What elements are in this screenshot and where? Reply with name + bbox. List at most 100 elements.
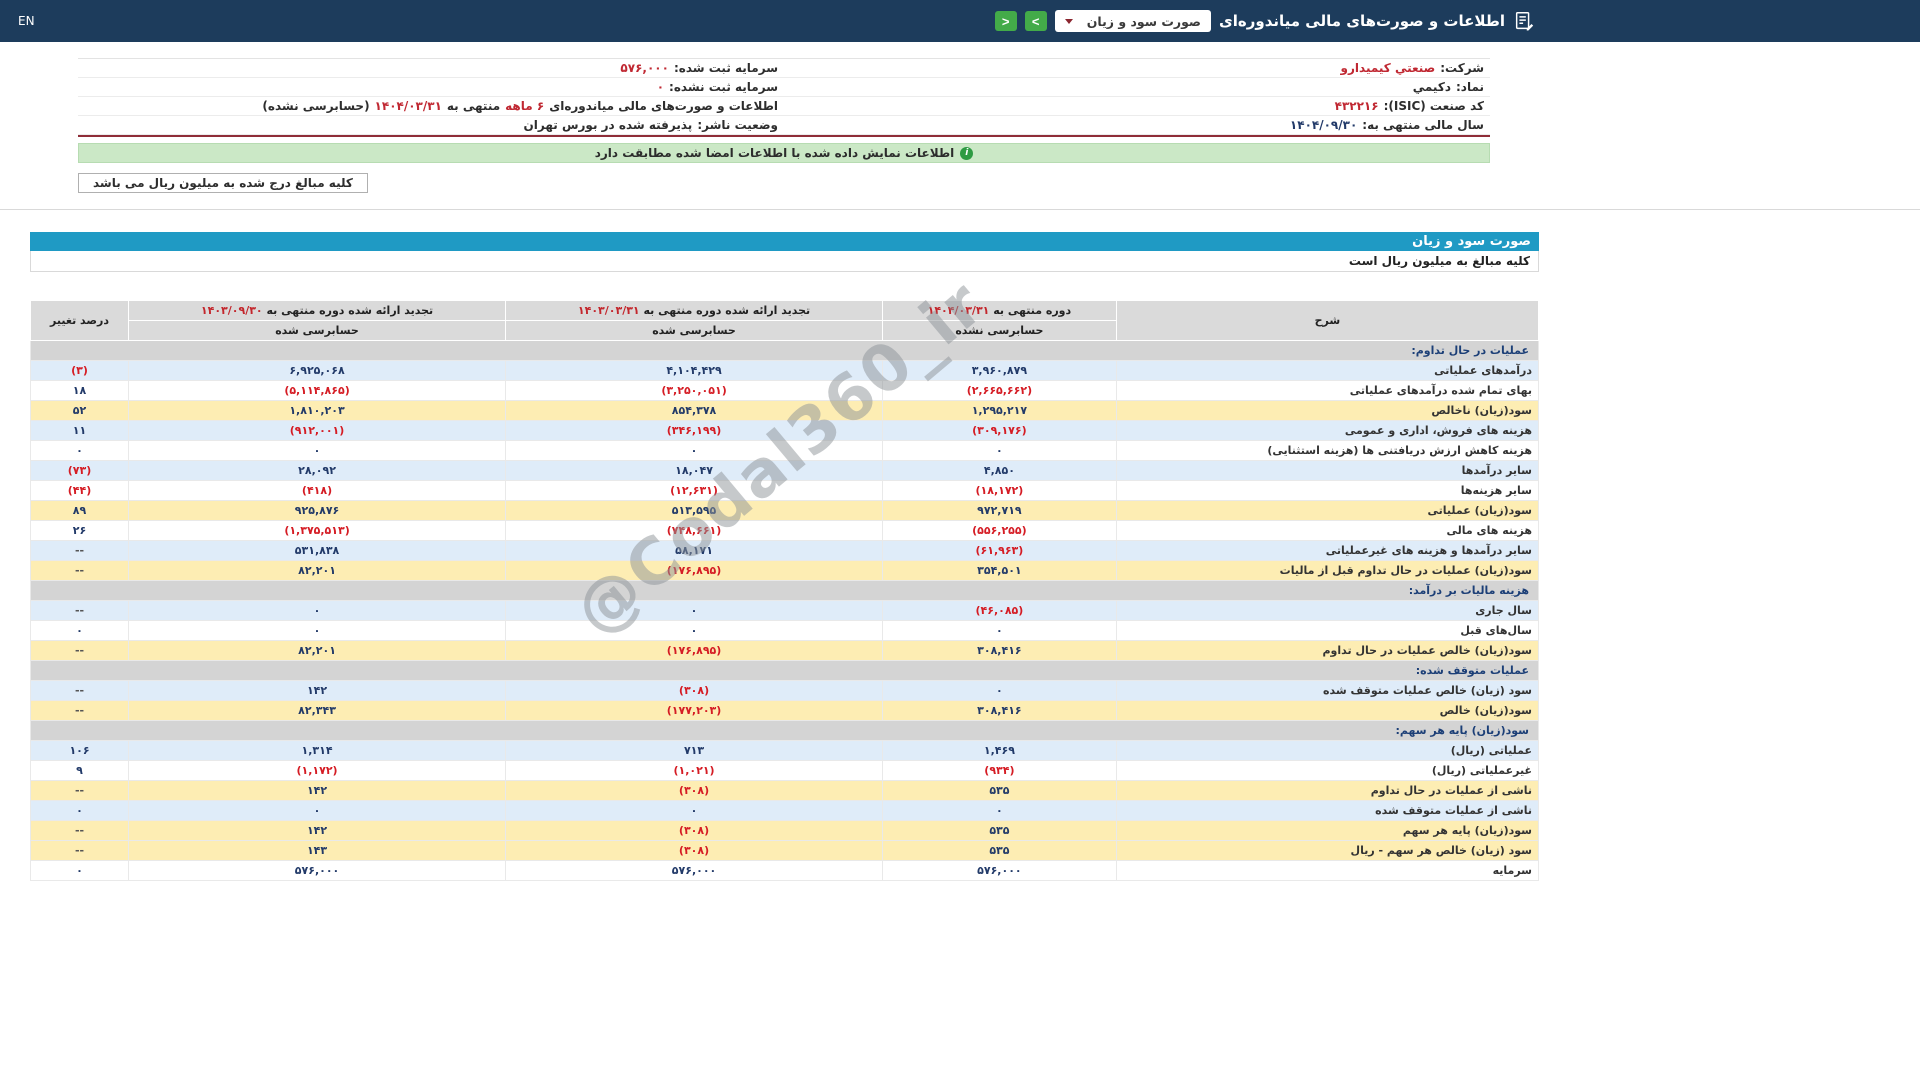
symbol-label: نماد: [1455, 80, 1484, 94]
col-header-restated-prior-period: تجدید ارائه شده دوره منتهی به ۱۴۰۳/۰۳/۳۱ [505, 300, 884, 321]
value-restated-prior-year: ۵۷۶,۰۰۰ [128, 860, 507, 881]
isic-label: کد صنعت (ISIC): [1383, 99, 1484, 113]
value-restated-prior-period: (۷۴۸,۶۶۱) [505, 520, 884, 541]
symbol-value: دکیمي [1412, 80, 1451, 94]
value-current-period: (۴۶,۰۸۵) [882, 600, 1117, 621]
table-row: درآمدهای عملیاتی ۳,۹۶۰,۸۷۹ ۴,۱۰۴,۴۲۹ ۶,۹۲۵,… [29, 360, 1540, 381]
value-change-percent: -- [29, 700, 130, 721]
codal-statement-page: { "topbar": { "title": "اطلاعات و صورت‌ه… [0, 0, 1920, 1080]
value-restated-prior-period: (۱۷۶,۸۹۵) [505, 640, 884, 661]
next-report-button[interactable]: > [1024, 11, 1047, 31]
value-restated-prior-year: ۱۴۲ [128, 820, 507, 841]
value-change-percent: -- [29, 600, 130, 621]
issuer-status-cell: وضعیت ناشر: پذیرفته شده در بورس تهران [78, 116, 784, 135]
section-row: عملیات متوقف شده: [30, 660, 1539, 681]
value-restated-prior-period: ۵۱۳,۵۹۵ [505, 500, 884, 521]
row-label: سود(زیان) خالص عملیات در حال تداوم [1115, 640, 1540, 661]
value-restated-prior-period: ۵۸,۱۷۱ [505, 540, 884, 561]
table-row: عملیاتی (ریال) ۱,۴۶۹ ۷۱۳ ۱,۳۱۴ ۱۰۶ [29, 740, 1540, 761]
row-label: عملیاتی (ریال) [1115, 740, 1540, 761]
income-statement-table: شرح دوره منتهی به ۱۴۰۴/۰۳/۳۱ تجدید ارائه… [29, 300, 1540, 881]
table-row: هزینه های مالی (۵۵۶,۲۵۵) (۷۴۸,۶۶۱) (۱,۳۷۵,۵… [29, 520, 1540, 541]
table-row: هزینه کاهش ارزش دریافتنی ها (هزینه استثن… [29, 440, 1540, 461]
value-change-percent: (۴۴) [29, 480, 130, 501]
table-row: سرمایه ۵۷۶,۰۰۰ ۵۷۶,۰۰۰ ۵۷۶,۰۰۰ ۰ [29, 860, 1540, 881]
section-label: عملیات متوقف شده: [30, 660, 1539, 681]
company-cell: شرکت: صنعتي کیمیدارو [784, 59, 1490, 78]
company-info-table: شرکت: صنعتي کیمیدارو سرمایه ثبت شده: ۵۷۶… [78, 58, 1490, 137]
language-toggle[interactable]: EN [10, 14, 43, 28]
value-current-period: ۰ [882, 620, 1117, 641]
value-current-period: (۵۵۶,۲۵۵) [882, 520, 1117, 541]
value-restated-prior-year: ۸۲,۲۰۱ [128, 640, 507, 661]
value-change-percent: ۹ [29, 760, 130, 781]
value-restated-prior-year: (۱,۱۷۲) [128, 760, 507, 781]
value-current-period: ۹۷۲,۷۱۹ [882, 500, 1117, 521]
section-row: هزینه مالیات بر درآمد: [30, 580, 1539, 601]
col-subheader-unaudited: حسابرسی نشده [882, 320, 1117, 341]
financial-report-icon [1513, 10, 1535, 32]
value-restated-prior-period: ۵۷۶,۰۰۰ [505, 860, 884, 881]
prev-report-button[interactable]: < [994, 11, 1017, 31]
value-restated-prior-period: ۰ [505, 440, 884, 461]
row-label: ناشی از عملیات متوقف شده [1115, 800, 1540, 821]
income-statement-section: صورت سود و زیان کلیه مبالغ به میلیون ریا… [0, 210, 1545, 881]
col-subheader-audited-1: حسابرسی شده [505, 320, 884, 341]
value-change-percent: -- [29, 540, 130, 561]
section-label: سود(زیان) پایه هر سهم: [30, 720, 1539, 741]
table-row: سود(زیان) ناخالص ۱,۲۹۵,۲۱۷ ۸۵۴,۳۷۸ ۱,۸۱۰,۲۰… [29, 400, 1540, 421]
value-current-period: (۲,۶۶۵,۶۶۲) [882, 380, 1117, 401]
value-restated-prior-year: ۶,۹۲۵,۰۶۸ [128, 360, 507, 381]
col-header-current-period: دوره منتهی به ۱۴۰۴/۰۳/۳۱ [882, 300, 1117, 321]
value-restated-prior-period: (۱۷۷,۲۰۳) [505, 700, 884, 721]
value-restated-prior-period: ۸۵۴,۳۷۸ [505, 400, 884, 421]
value-current-period: ۱,۴۶۹ [882, 740, 1117, 761]
value-restated-prior-year: ۱۴۲ [128, 780, 507, 801]
value-current-period: ۵۳۵ [882, 840, 1117, 861]
statement-unit-note: کلیه مبالغ به میلیون ریال است [30, 251, 1539, 272]
value-current-period: ۴,۸۵۰ [882, 460, 1117, 481]
symbol-cell: نماد: دکیمي [784, 78, 1490, 97]
value-change-percent: -- [29, 680, 130, 701]
row-label: هزینه های مالی [1115, 520, 1540, 541]
row-label: بهای تمام شده درآمدهای عملیاتی [1115, 380, 1540, 401]
value-restated-prior-year: ۰ [128, 620, 507, 641]
registered-capital-label: سرمایه ثبت شده: [673, 61, 778, 75]
value-current-period: ۵۳۵ [882, 780, 1117, 801]
value-restated-prior-year: (۱,۳۷۵,۵۱۳) [128, 520, 507, 541]
registered-capital-cell: سرمایه ثبت شده: ۵۷۶,۰۰۰ [78, 59, 784, 78]
info-row: نماد: دکیمي سرمایه ثبت نشده: ۰ [78, 78, 1490, 97]
row-label: هزینه های فروش، اداری و عمومی [1115, 420, 1540, 441]
col-header-year-text: تجدید ارائه شده دوره منتهی به [266, 304, 434, 317]
table-row: ناشی از عملیات در حال تداوم ۵۳۵ (۳۰۸) ۱۴۲ -- [29, 780, 1540, 801]
value-restated-prior-year: ۰ [128, 800, 507, 821]
row-label: درآمدهای عملیاتی [1115, 360, 1540, 381]
period-months: ۶ ماهه [505, 99, 545, 113]
value-current-period: (۹۳۴) [882, 760, 1117, 781]
row-label: سود(زیان) عملیات در حال تداوم قبل از مال… [1115, 560, 1540, 581]
value-restated-prior-period: (۳۰۸) [505, 680, 884, 701]
row-label: سود(زیان) ناخالص [1115, 400, 1540, 421]
report-type-select[interactable]: صورت سود و زیان [1054, 10, 1212, 32]
amount-unit-note: کلیه مبالغ درج شده به میلیون ریال می باش… [78, 173, 368, 193]
value-change-percent: ۰ [29, 440, 130, 461]
col-header-change-percent: درصد تغییر [29, 300, 130, 341]
section-label: هزینه مالیات بر درآمد: [30, 580, 1539, 601]
value-restated-prior-period: ۷۱۳ [505, 740, 884, 761]
value-restated-prior-period: (۳۰۸) [505, 840, 884, 861]
issuer-status-value: پذیرفته شده در بورس تهران [523, 118, 693, 132]
isic-value: ۴۳۲۲۱۶ [1334, 99, 1379, 113]
value-change-percent: ۰ [29, 620, 130, 641]
page-title: اطلاعات و صورت‌های مالی میاندوره‌ای [1219, 12, 1505, 30]
value-restated-prior-period: ۰ [505, 600, 884, 621]
value-restated-prior-year: (۹۱۲,۰۰۱) [128, 420, 507, 441]
value-restated-prior-period: (۳۴۶,۱۹۹) [505, 420, 884, 441]
value-change-percent: ۸۹ [29, 500, 130, 521]
value-change-percent: -- [29, 640, 130, 661]
value-current-period: ۱,۲۹۵,۲۱۷ [882, 400, 1117, 421]
value-current-period: ۰ [882, 680, 1117, 701]
table-row: سود(زیان) خالص ۳۰۸,۴۱۶ (۱۷۷,۲۰۳) ۸۲,۳۴۳ -- [29, 700, 1540, 721]
period-prefix: اطلاعات و صورت‌های مالی میاندوره‌ای [549, 99, 778, 113]
info-row: سال مالی منتهی به: ۱۴۰۴/۰۹/۳۰ وضعیت ناشر… [78, 116, 1490, 135]
table-row: سال‌های قبل ۰ ۰ ۰ ۰ [29, 620, 1540, 641]
